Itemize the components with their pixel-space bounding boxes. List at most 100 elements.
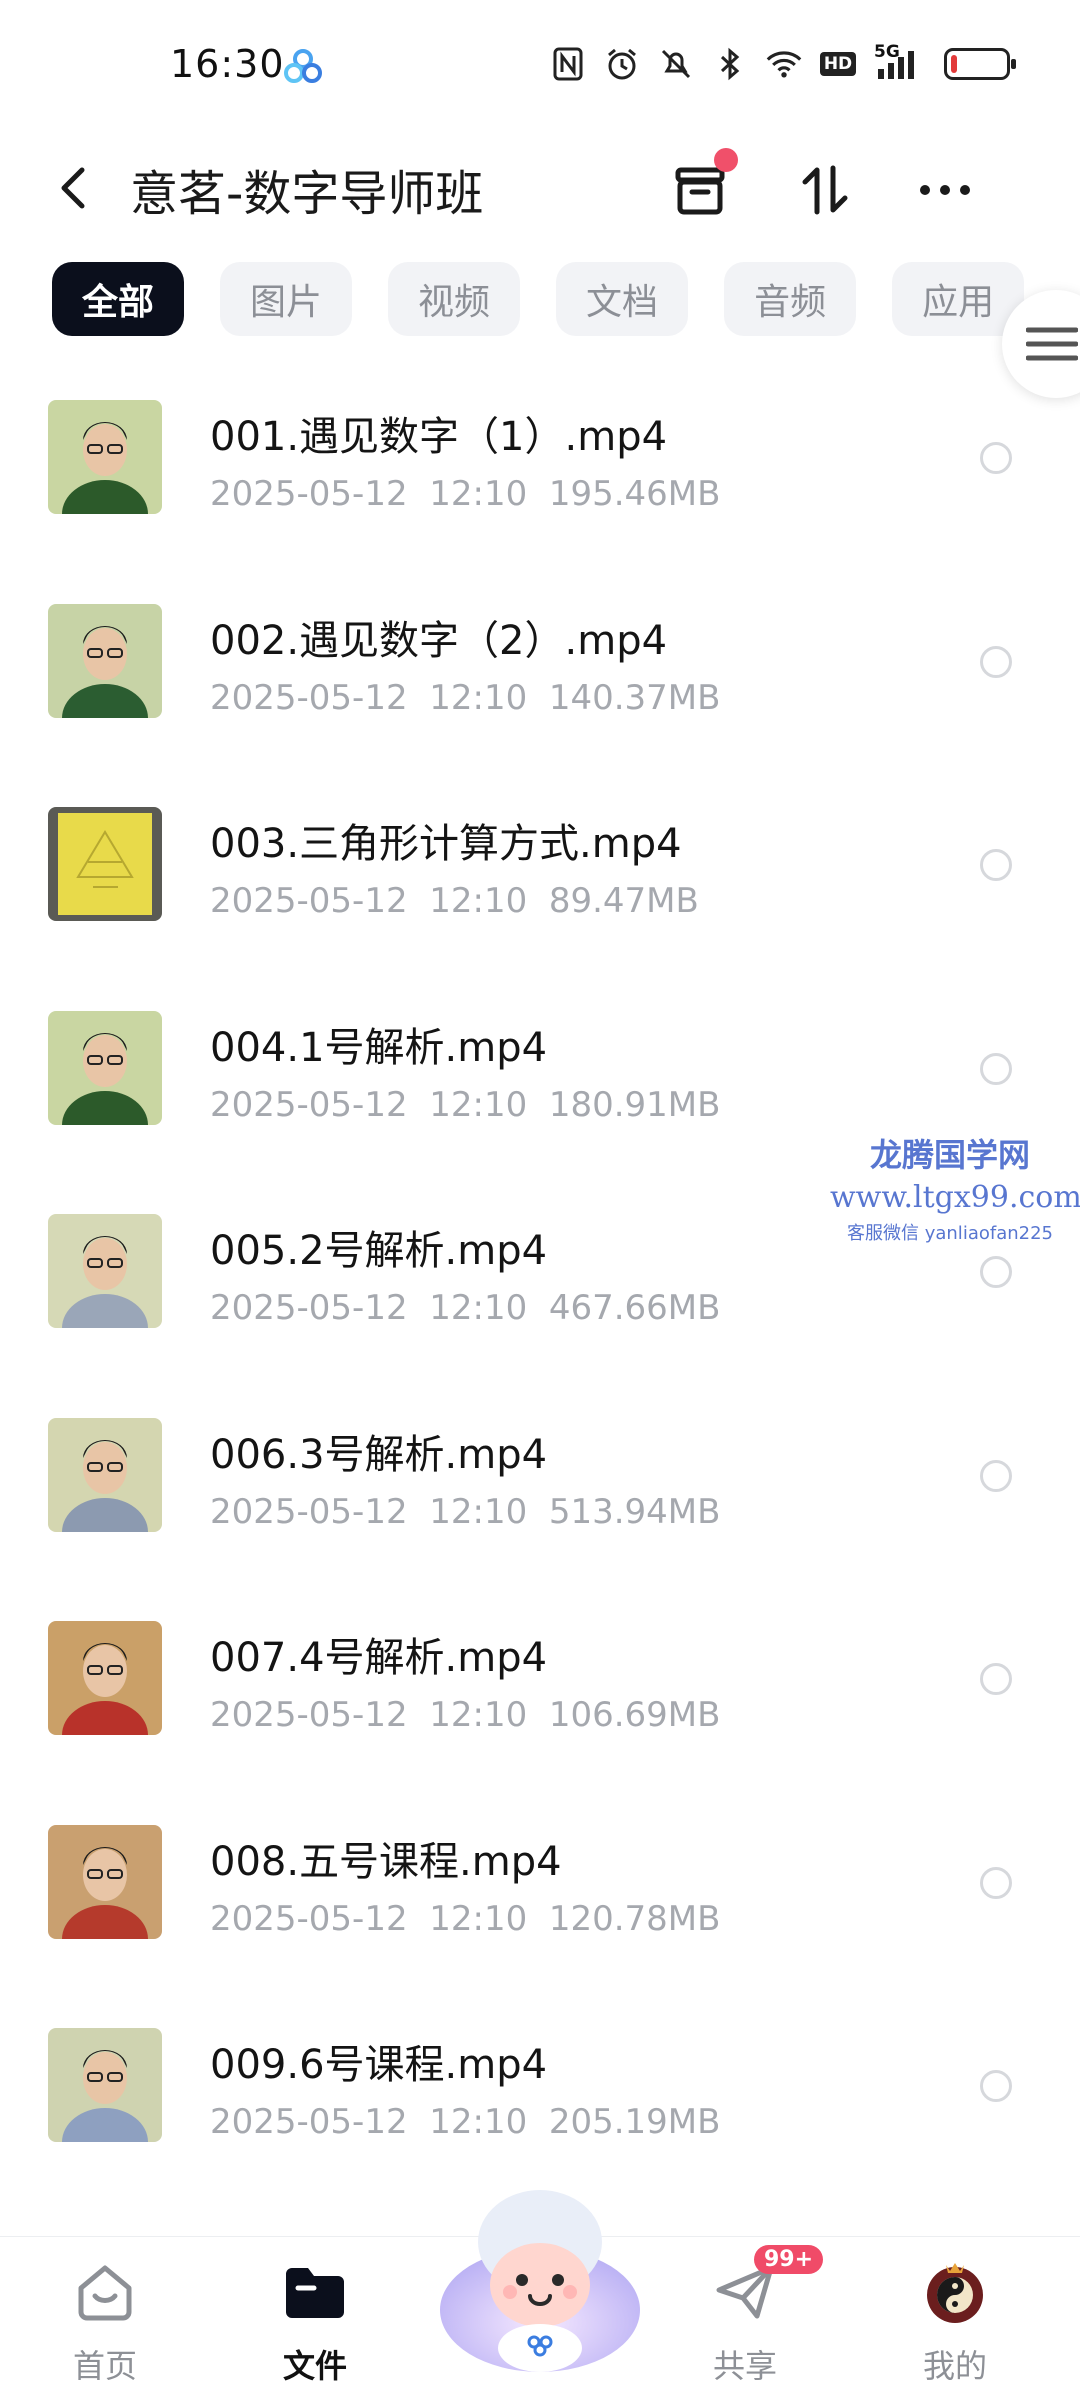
file-meta: 2025-05-12 12:10 180.91MB	[210, 1085, 720, 1125]
file-time: 12:10	[429, 677, 528, 718]
file-row[interactable]: 001.遇见数字（1）.mp4 2025-05-12 12:10 195.46M…	[0, 390, 1080, 594]
file-row[interactable]: 002.遇见数字（2）.mp4 2025-05-12 12:10 140.37M…	[0, 594, 1080, 798]
signal-5g-icon: 5G	[874, 42, 926, 82]
video-thumbnail	[48, 1214, 162, 1328]
file-size: 180.91MB	[548, 1084, 721, 1125]
file-date: 2025-05-12	[210, 1491, 408, 1532]
file-size: 467.66MB	[548, 1288, 721, 1328]
nav-share-label: 共享	[712, 2347, 777, 2385]
alarm-icon	[604, 46, 640, 82]
file-size: 120.78MB	[548, 1898, 721, 1939]
select-radio[interactable]	[980, 1663, 1012, 1695]
page-title: 意茗-数字导师班	[130, 166, 484, 222]
nfc-icon	[550, 46, 586, 82]
file-date: 2025-05-12	[210, 1288, 408, 1328]
file-row[interactable]: 007.4号解析.mp4 2025-05-12 12:10 106.69MB	[0, 1611, 1080, 1815]
header: 意茗-数字导师班	[0, 130, 1080, 250]
nav-share[interactable]: 99+ 共享	[675, 2245, 824, 2387]
nav-home[interactable]: 首页	[35, 2257, 175, 2387]
file-time: 12:10	[429, 1288, 528, 1328]
file-date: 2025-05-12	[210, 1898, 408, 1939]
file-time: 12:10	[429, 1695, 528, 1735]
more-button[interactable]	[905, 150, 985, 230]
archive-button[interactable]	[660, 148, 740, 230]
nav-mine-label: 我的	[922, 2347, 987, 2385]
file-meta: 2025-05-12 12:10 205.19MB	[210, 2102, 720, 2142]
video-thumbnail	[48, 603, 162, 718]
assistant-mascot-button[interactable]	[430, 2180, 650, 2380]
file-name: 005.2号解析.mp4	[210, 1228, 548, 1274]
share-badge: 99+	[754, 2245, 824, 2274]
notification-dot	[714, 148, 738, 172]
app-notification-icon	[284, 49, 322, 83]
file-row[interactable]: 003.三角形计算方式.mp4 2025-05-12 12:10 89.47MB	[0, 797, 1080, 1001]
file-meta: 2025-05-12 12:10 467.66MB	[210, 1288, 720, 1328]
file-name: 003.三角形计算方式.mp4	[210, 821, 682, 867]
file-size: 89.47MB	[548, 881, 699, 921]
sort-button[interactable]	[785, 150, 865, 230]
home-icon	[70, 2257, 140, 2327]
filter-tabs: 全部 图片 视频 文档 音频 应用	[52, 262, 1025, 336]
wifi-icon	[766, 46, 802, 82]
tab-images[interactable]: 图片	[220, 262, 353, 336]
video-thumbnail	[48, 400, 162, 514]
more-icon	[920, 185, 970, 195]
watermark-title: 龙腾国学网	[869, 1136, 1030, 1174]
tab-all[interactable]: 全部	[52, 262, 185, 336]
mute-icon	[658, 46, 694, 82]
video-thumbnail	[48, 2028, 162, 2142]
file-meta: 2025-05-12 12:10 120.78MB	[210, 1899, 720, 1939]
file-size: 513.94MB	[548, 1491, 721, 1532]
avatar	[920, 2257, 990, 2327]
nav-files[interactable]: 文件	[245, 2257, 385, 2387]
video-thumbnail	[48, 1824, 162, 1939]
file-size: 195.46MB	[548, 474, 721, 514]
file-time: 12:10	[429, 881, 528, 921]
sort-icon	[802, 165, 848, 215]
back-button[interactable]	[48, 158, 98, 218]
tab-audio[interactable]: 音频	[724, 262, 857, 336]
nav-files-label: 文件	[282, 2347, 347, 2385]
video-thumbnail	[48, 1010, 162, 1125]
file-meta: 2025-05-12 12:10 106.69MB	[210, 1695, 720, 1735]
tab-documents[interactable]: 文档	[556, 262, 689, 336]
battery-icon	[944, 48, 1016, 80]
status-time: 16:30	[170, 42, 285, 86]
file-date: 2025-05-12	[210, 1695, 408, 1735]
file-time: 12:10	[429, 474, 528, 514]
file-meta: 2025-05-12 12:10 140.37MB	[210, 678, 720, 718]
select-radio[interactable]	[980, 1052, 1012, 1085]
video-thumbnail	[48, 1417, 162, 1532]
select-radio[interactable]	[980, 1459, 1012, 1492]
select-radio[interactable]	[980, 1256, 1012, 1288]
file-meta: 2025-05-12 12:10 513.94MB	[210, 1492, 720, 1532]
paper-plane-icon: 99+	[710, 2245, 824, 2327]
nav-mine[interactable]: 我的	[885, 2257, 1025, 2387]
file-date: 2025-05-12	[210, 2102, 408, 2142]
file-row[interactable]: 006.3号解析.mp4 2025-05-12 12:10 513.94MB	[0, 1408, 1080, 1612]
video-thumbnail	[48, 807, 162, 921]
file-name: 001.遇见数字（1）.mp4	[210, 414, 668, 460]
select-radio[interactable]	[980, 1866, 1012, 1899]
tab-videos[interactable]: 视频	[388, 262, 521, 336]
file-time: 12:10	[429, 1084, 528, 1125]
bluetooth-icon	[712, 46, 748, 82]
file-date: 2025-05-12	[210, 677, 408, 718]
select-radio[interactable]	[980, 442, 1012, 474]
status-bar: 16:30 HD 5G	[0, 0, 1080, 130]
chevron-left-icon	[61, 167, 85, 209]
file-name: 009.6号课程.mp4	[210, 2042, 548, 2088]
file-date: 2025-05-12	[210, 881, 408, 921]
file-name: 004.1号解析.mp4	[210, 1024, 548, 1071]
select-radio[interactable]	[980, 645, 1012, 678]
select-radio[interactable]	[980, 2070, 1012, 2102]
mascot-icon	[440, 2190, 640, 2372]
file-meta: 2025-05-12 12:10 195.46MB	[210, 474, 720, 514]
file-name: 008.五号课程.mp4	[210, 1838, 562, 1885]
file-date: 2025-05-12	[210, 474, 408, 514]
select-radio[interactable]	[980, 849, 1012, 881]
file-size: 106.69MB	[548, 1695, 721, 1735]
file-row[interactable]: 008.五号课程.mp4 2025-05-12 12:10 120.78MB	[0, 1815, 1080, 2019]
file-name: 007.4号解析.mp4	[210, 1635, 548, 1681]
file-size: 205.19MB	[548, 2102, 721, 2142]
